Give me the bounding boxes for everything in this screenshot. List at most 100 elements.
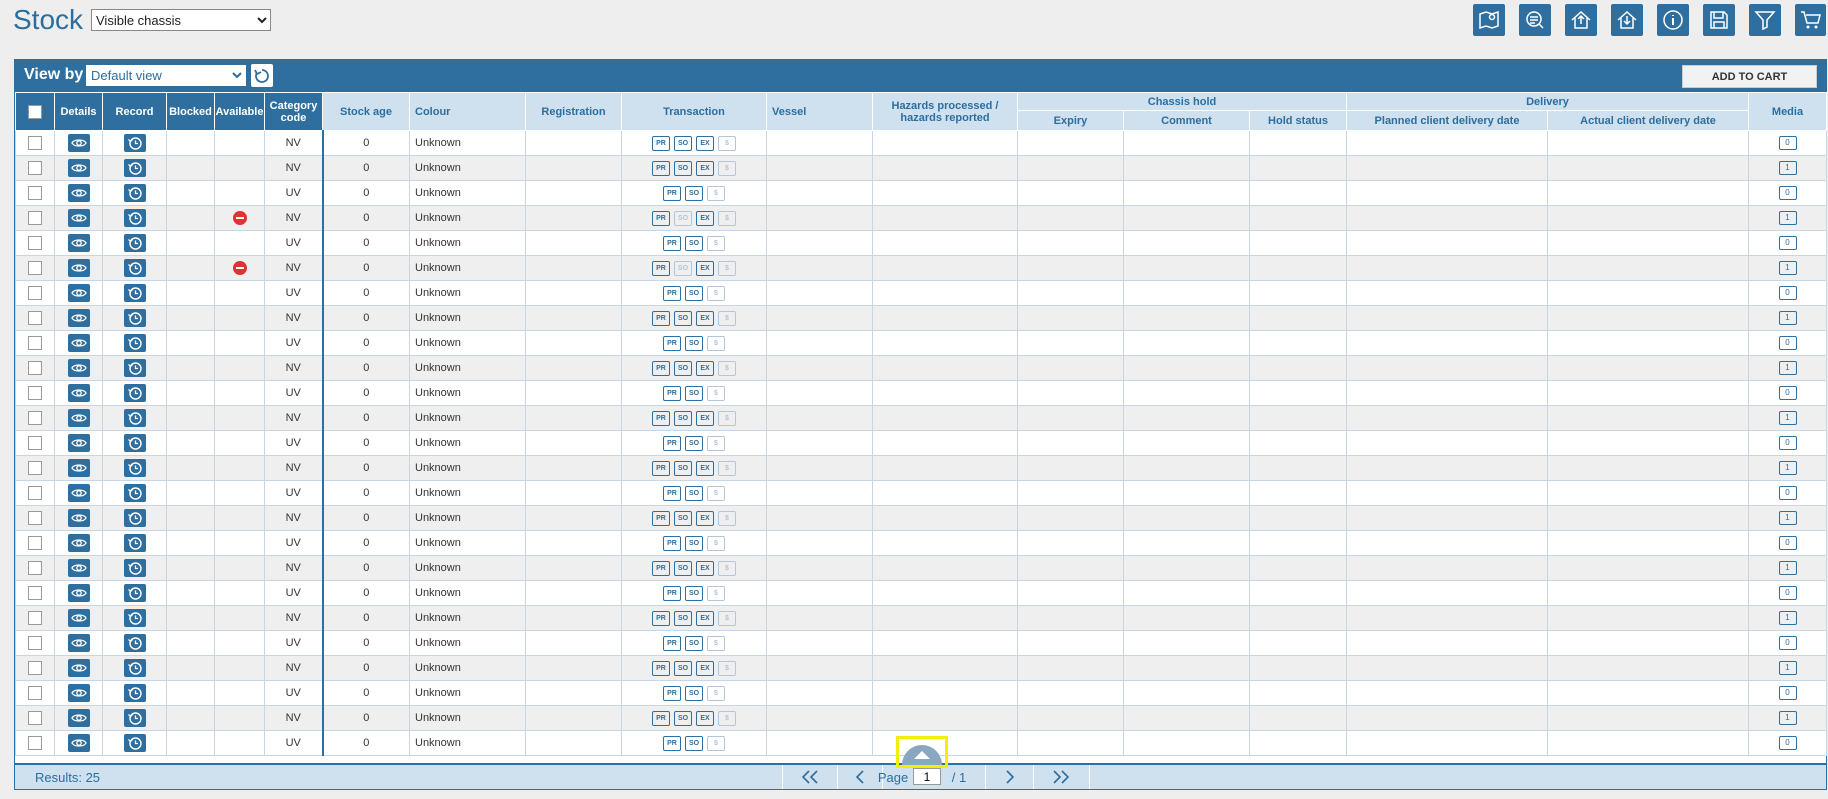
ex-icon[interactable]: EX <box>696 310 714 326</box>
details-button[interactable] <box>67 234 90 252</box>
dollar-icon[interactable]: $ <box>707 585 725 601</box>
media-count-button[interactable]: 1 <box>1778 361 1797 375</box>
dollar-icon[interactable]: $ <box>707 285 725 301</box>
ex-icon[interactable]: EX <box>696 660 714 676</box>
col-actual-delivery[interactable]: Actual client delivery date <box>1547 110 1749 131</box>
media-count-button[interactable]: 1 <box>1778 311 1797 325</box>
row-checkbox[interactable] <box>28 211 42 225</box>
media-count-button[interactable]: 1 <box>1778 461 1797 475</box>
record-button[interactable] <box>123 434 146 452</box>
so-icon[interactable]: SO <box>685 435 703 451</box>
record-button[interactable] <box>123 709 146 727</box>
so-icon[interactable]: SO <box>685 485 703 501</box>
dollar-icon[interactable]: $ <box>718 560 736 576</box>
row-checkbox[interactable] <box>28 611 42 625</box>
pr-icon[interactable]: PR <box>652 260 670 276</box>
so-icon[interactable]: SO <box>674 260 692 276</box>
save-button[interactable] <box>1703 4 1735 36</box>
media-count-button[interactable]: 0 <box>1778 536 1797 550</box>
media-count-button[interactable]: 1 <box>1778 511 1797 525</box>
col-hold-status[interactable]: Hold status <box>1249 110 1347 131</box>
details-button[interactable] <box>67 159 90 177</box>
details-button[interactable] <box>67 384 90 402</box>
ex-icon[interactable]: EX <box>696 210 714 226</box>
media-count-button[interactable]: 1 <box>1778 161 1797 175</box>
record-button[interactable] <box>123 159 146 177</box>
media-count-button[interactable]: 1 <box>1778 661 1797 675</box>
map-pin-button[interactable] <box>1473 4 1505 36</box>
dollar-icon[interactable]: $ <box>718 410 736 426</box>
pr-icon[interactable]: PR <box>652 410 670 426</box>
ex-icon[interactable]: EX <box>696 360 714 376</box>
so-icon[interactable]: SO <box>674 560 692 576</box>
details-button[interactable] <box>67 259 90 277</box>
select-all-checkbox[interactable] <box>28 104 42 119</box>
dollar-icon[interactable]: $ <box>707 335 725 351</box>
ex-icon[interactable]: EX <box>696 410 714 426</box>
add-to-cart-button[interactable]: ADD TO CART <box>1682 65 1817 88</box>
record-button[interactable] <box>123 409 146 427</box>
col-hazards[interactable]: Hazards processed / hazards reported <box>872 92 1018 131</box>
details-button[interactable] <box>67 634 90 652</box>
details-button[interactable] <box>67 684 90 702</box>
ex-icon[interactable]: EX <box>696 710 714 726</box>
media-count-button[interactable]: 1 <box>1778 611 1797 625</box>
dollar-icon[interactable]: $ <box>718 210 736 226</box>
last-page-button[interactable] <box>1036 767 1086 787</box>
dollar-icon[interactable]: $ <box>718 660 736 676</box>
so-icon[interactable]: SO <box>685 635 703 651</box>
details-button[interactable] <box>67 659 90 677</box>
pr-icon[interactable]: PR <box>652 310 670 326</box>
media-count-button[interactable]: 1 <box>1778 411 1797 425</box>
row-checkbox[interactable] <box>28 311 42 325</box>
media-count-button[interactable]: 0 <box>1778 486 1797 500</box>
so-icon[interactable]: SO <box>674 410 692 426</box>
details-button[interactable] <box>67 209 90 227</box>
record-button[interactable] <box>123 559 146 577</box>
col-colour[interactable]: Colour <box>409 92 526 131</box>
pr-icon[interactable]: PR <box>663 335 681 351</box>
col-registration[interactable]: Registration <box>525 92 622 131</box>
record-button[interactable] <box>123 734 146 752</box>
dollar-icon[interactable]: $ <box>707 535 725 551</box>
pr-icon[interactable]: PR <box>663 285 681 301</box>
media-count-button[interactable]: 0 <box>1778 636 1797 650</box>
col-record[interactable]: Record <box>102 92 167 131</box>
col-vessel[interactable]: Vessel <box>766 92 873 131</box>
upload-button[interactable] <box>1565 4 1597 36</box>
dollar-icon[interactable]: $ <box>718 460 736 476</box>
chassis-filter-select[interactable]: Visible chassis <box>91 9 271 31</box>
pr-icon[interactable]: PR <box>663 735 681 751</box>
col-transaction[interactable]: Transaction <box>621 92 767 131</box>
pr-icon[interactable]: PR <box>663 385 681 401</box>
ex-icon[interactable]: EX <box>696 135 714 151</box>
row-checkbox[interactable] <box>28 161 42 175</box>
details-button[interactable] <box>67 559 90 577</box>
col-available[interactable]: Available <box>214 92 265 131</box>
so-icon[interactable]: SO <box>674 210 692 226</box>
record-button[interactable] <box>123 209 146 227</box>
ex-icon[interactable]: EX <box>696 560 714 576</box>
col-expiry[interactable]: Expiry <box>1017 110 1124 131</box>
so-icon[interactable]: SO <box>685 685 703 701</box>
pr-icon[interactable]: PR <box>652 710 670 726</box>
info-button[interactable] <box>1657 4 1689 36</box>
record-button[interactable] <box>123 309 146 327</box>
pr-icon[interactable]: PR <box>652 360 670 376</box>
dollar-icon[interactable]: $ <box>707 485 725 501</box>
pr-icon[interactable]: PR <box>652 210 670 226</box>
media-count-button[interactable]: 0 <box>1778 736 1797 750</box>
details-button[interactable] <box>67 284 90 302</box>
so-icon[interactable]: SO <box>674 610 692 626</box>
row-checkbox[interactable] <box>28 336 42 350</box>
so-icon[interactable]: SO <box>685 735 703 751</box>
record-button[interactable] <box>123 234 146 252</box>
details-button[interactable] <box>67 434 90 452</box>
cart-button[interactable] <box>1795 4 1826 36</box>
media-count-button[interactable]: 0 <box>1778 386 1797 400</box>
prev-page-button[interactable] <box>840 767 880 787</box>
so-icon[interactable]: SO <box>674 510 692 526</box>
so-icon[interactable]: SO <box>685 535 703 551</box>
comments-button[interactable] <box>1519 4 1551 36</box>
details-button[interactable] <box>67 509 90 527</box>
